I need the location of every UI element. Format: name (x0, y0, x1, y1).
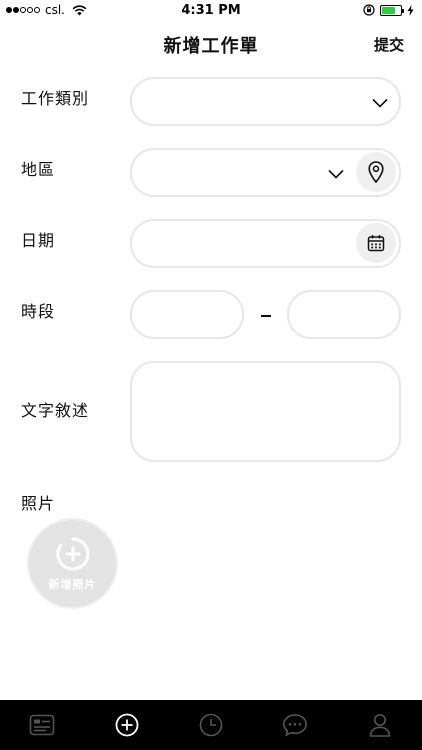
camera-plus-icon (55, 537, 89, 570)
submit-button[interactable]: 提交 (374, 34, 404, 55)
location-pin-icon (368, 161, 384, 183)
tab-history[interactable] (169, 700, 253, 750)
job-type-label: 工作類別 (21, 89, 90, 108)
date-picker-button[interactable] (356, 223, 396, 263)
add-circle-icon (115, 713, 139, 737)
chat-icon (283, 714, 308, 737)
battery-icon (380, 4, 404, 16)
chevron-down-icon (328, 169, 344, 179)
add-photo-label: 新增照片 (48, 577, 97, 591)
orientation-lock-icon (363, 4, 375, 16)
photos-label: 照片 (21, 494, 56, 513)
tab-profile[interactable] (338, 700, 422, 750)
chevron-down-icon (372, 98, 388, 108)
time-slot-label: 時段 (21, 302, 56, 321)
tab-work-orders[interactable] (0, 700, 84, 750)
calendar-icon (367, 235, 385, 252)
tab-new-work-order[interactable] (84, 700, 168, 750)
status-bar: csl. 4:31 PM (0, 0, 422, 22)
add-photo-button[interactable]: 新增照片 (27, 518, 118, 609)
clock-icon (199, 713, 223, 737)
user-icon (369, 714, 391, 737)
date-label: 日期 (21, 231, 56, 250)
description-label: 文字敘述 (21, 401, 90, 420)
time-range-separator (261, 315, 271, 317)
list-icon (29, 714, 55, 736)
status-time: 4:31 PM (181, 3, 241, 18)
job-type-select[interactable] (130, 77, 401, 126)
start-time-input[interactable] (130, 290, 244, 339)
description-textarea[interactable] (130, 361, 401, 462)
tab-messages[interactable] (253, 700, 337, 750)
charging-icon (407, 4, 414, 16)
locate-button[interactable] (356, 152, 396, 192)
end-time-input[interactable] (287, 290, 401, 339)
status-right (363, 4, 414, 16)
region-label: 地區 (21, 160, 56, 179)
tab-bar (0, 700, 422, 750)
page-title: 新增工作單 (163, 36, 259, 57)
region-select[interactable] (130, 148, 401, 197)
date-input[interactable] (130, 219, 401, 268)
